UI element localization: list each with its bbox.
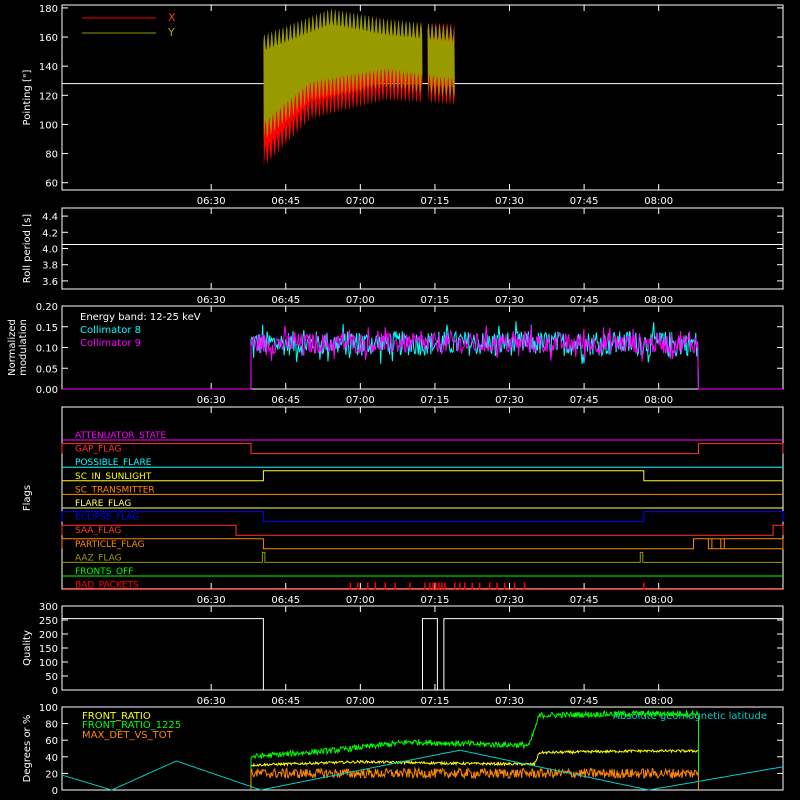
x-tick-label: 08:00 (644, 696, 673, 707)
flag-label: AAZ_FLAG (75, 553, 122, 563)
x-tick-label: 07:15 (421, 696, 450, 707)
x-tick-label: 07:00 (346, 295, 375, 306)
x-tick-label: 06:45 (271, 595, 300, 606)
x-tick-label: 07:15 (421, 395, 450, 406)
x-tick-label: 07:45 (570, 295, 599, 306)
x-tick-label: 08:00 (644, 196, 673, 207)
x-tick-label: 07:15 (421, 595, 450, 606)
flag-label: ATTENUATOR_STATE (75, 431, 167, 441)
flag-label: ECLIPSE_FLAG (75, 513, 139, 523)
flag-label: FRONTS_OFF (75, 567, 133, 577)
x-tick-label: 06:30 (197, 595, 226, 606)
x-tick-label: 07:00 (346, 696, 375, 707)
y-axis-label: Flags (22, 485, 33, 511)
x-tick-label: 06:30 (197, 696, 226, 707)
y-tick-label: 4.0 (42, 245, 58, 256)
x-tick-label: 06:45 (271, 395, 300, 406)
x-tick-label: 07:45 (570, 595, 599, 606)
x-tick-label: 07:00 (346, 595, 375, 606)
y-tick-label: 0.10 (36, 344, 58, 355)
y-tick-label: 250 (39, 616, 58, 627)
x-tick-label: 07:15 (421, 196, 450, 207)
flag-label: SC_TRANSMITTER (75, 485, 155, 495)
y-tick-label: 0.15 (36, 323, 58, 334)
y-tick-label: 160 (39, 33, 58, 44)
legend-y-label: Y (167, 26, 175, 39)
x-tick-label: 06:30 (197, 295, 226, 306)
y-axis-label: Quality (22, 630, 33, 666)
stix-quicklook-figure: X Y Energy band: 12-25 keV Collimator 8 … (0, 0, 800, 800)
x-tick-label: 08:00 (644, 395, 673, 406)
legend-collimator9: Collimator 9 (80, 338, 141, 349)
y-tick-label: 0 (52, 786, 58, 797)
y-axis-label: Pointing ["] (22, 69, 33, 125)
x-tick-label: 07:30 (495, 595, 524, 606)
x-tick-label: 07:30 (495, 196, 524, 207)
y-tick-label: 0 (52, 686, 58, 697)
legend-collimator8: Collimator 8 (80, 325, 141, 336)
flag-label: SAA_FLAG (75, 526, 121, 536)
legend-x-label: X (168, 11, 176, 24)
y-tick-label: 40 (45, 753, 58, 764)
y-tick-label: 80 (45, 720, 58, 731)
flag-label: SC_IN_SUNLIGHT (75, 472, 152, 482)
flag-label: PARTICLE_FLAG (75, 540, 145, 550)
y-tick-label: 4.2 (42, 228, 58, 239)
y-axis-label: Normalized (7, 319, 18, 376)
y-tick-label: 120 (39, 91, 58, 102)
y-tick-label: 100 (39, 120, 58, 131)
y-tick-label: 140 (39, 62, 58, 73)
y-tick-label: 80 (45, 150, 58, 161)
y-axis-label: Degrees or % (22, 715, 33, 783)
y-tick-label: 0.00 (36, 385, 58, 396)
flag-label: GAP_FLAG (75, 445, 121, 455)
y-tick-label: 4.4 (42, 212, 58, 223)
y-tick-label: 3.8 (42, 261, 58, 272)
x-tick-label: 07:45 (570, 696, 599, 707)
x-tick-label: 07:00 (346, 196, 375, 207)
x-tick-label: 07:45 (570, 196, 599, 207)
y-tick-label: 3.6 (42, 277, 58, 288)
x-tick-label: 06:45 (271, 696, 300, 707)
x-tick-label: 07:00 (346, 395, 375, 406)
x-tick-label: 06:30 (197, 196, 226, 207)
y-tick-label: 200 (39, 630, 58, 641)
y-tick-label: 0.05 (36, 364, 58, 375)
y-tick-label: 150 (39, 644, 58, 655)
x-tick-label: 06:30 (197, 395, 226, 406)
y-tick-label: 60 (45, 736, 58, 747)
flag-label: POSSIBLE_FLARE (75, 458, 152, 468)
flag-label: FLARE_FLAG (75, 499, 131, 509)
y-tick-label: 20 (45, 769, 58, 780)
y-tick-label: 300 (39, 602, 58, 613)
legend-max-det: MAX_DET_VS_TOT (82, 730, 174, 741)
y-tick-label: 60 (45, 179, 58, 190)
y-tick-label: 100 (39, 658, 58, 669)
x-tick-label: 06:45 (271, 295, 300, 306)
y-tick-label: 180 (39, 4, 58, 15)
y-axis-label: Roll period [s] (22, 214, 33, 283)
x-tick-label: 08:00 (644, 595, 673, 606)
x-tick-label: 07:45 (570, 395, 599, 406)
y-tick-label: 100 (39, 703, 58, 714)
x-tick-label: 07:30 (495, 395, 524, 406)
y-tick-label: 0.20 (36, 302, 58, 313)
flag-label: BAD_PACKETS (75, 581, 139, 591)
y-axis-label: modulation (18, 319, 29, 376)
energy-band-annotation: Energy band: 12-25 keV (80, 312, 201, 323)
x-tick-label: 07:30 (495, 696, 524, 707)
x-tick-label: 06:45 (271, 196, 300, 207)
y-tick-label: 50 (45, 672, 58, 683)
x-tick-label: 07:15 (421, 295, 450, 306)
x-tick-label: 08:00 (644, 295, 673, 306)
x-tick-label: 07:30 (495, 295, 524, 306)
